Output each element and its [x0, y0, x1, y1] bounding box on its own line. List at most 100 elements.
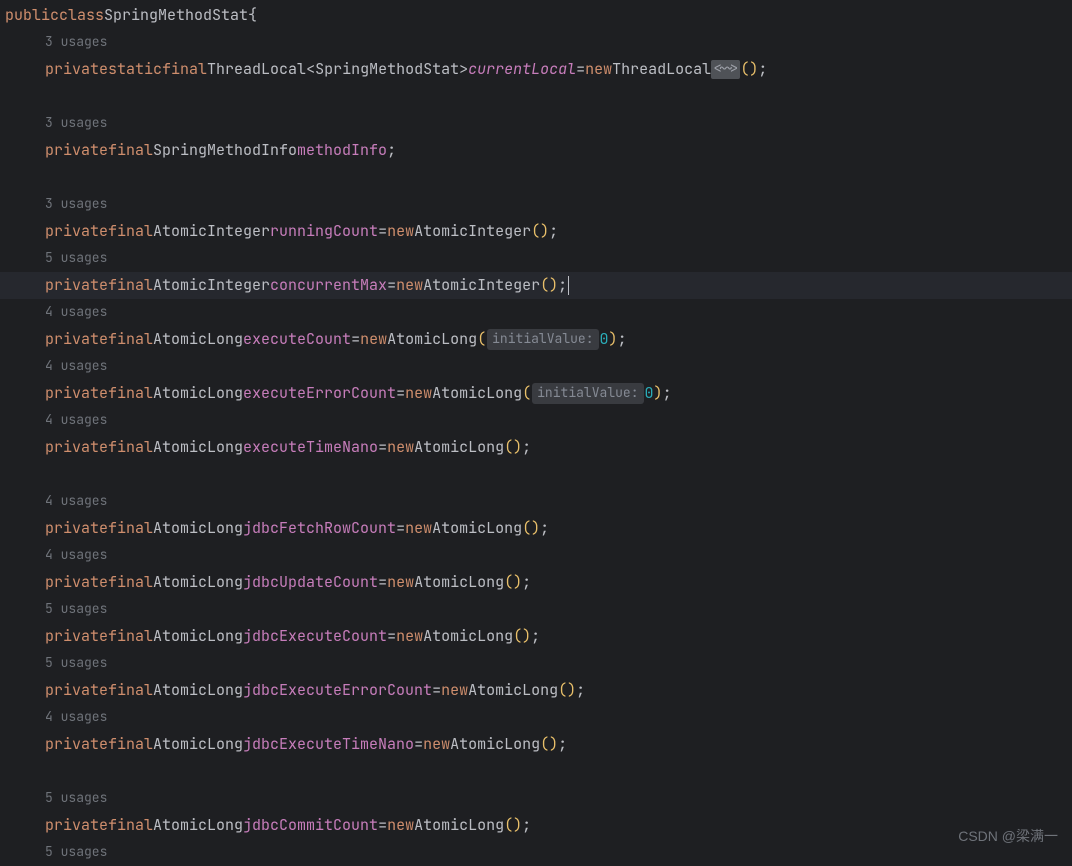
- field-declaration-line[interactable]: private final AtomicLong jdbcUpdateCount…: [0, 569, 1072, 596]
- number-literal: 0: [600, 329, 609, 350]
- usages-hint[interactable]: 5 usages: [0, 650, 1072, 677]
- keyword: private: [45, 140, 108, 161]
- keyword: private: [45, 437, 108, 458]
- field-name: jdbcFetchRowCount: [243, 518, 396, 539]
- text-caret: [568, 276, 569, 295]
- keyword: new: [405, 383, 432, 404]
- field-declaration-line[interactable]: private final AtomicLong jdbcCommitCount…: [0, 812, 1072, 839]
- field-declaration-line[interactable]: private final AtomicLong jdbcFetchRowCou…: [0, 515, 1072, 542]
- usages-hint[interactable]: 3 usages: [0, 29, 1072, 56]
- keyword: final: [108, 383, 153, 404]
- keyword: final: [108, 518, 153, 539]
- keyword: new: [387, 221, 414, 242]
- type-name: AtomicLong: [153, 437, 243, 458]
- field-declaration-line[interactable]: private final AtomicLong jdbcExecuteTime…: [0, 731, 1072, 758]
- usages-hint[interactable]: 4 usages: [0, 488, 1072, 515]
- field-declaration-line[interactable]: private final AtomicLong jdbcExecuteErro…: [0, 677, 1072, 704]
- field-name: currentLocal: [468, 59, 576, 80]
- constructor-name: AtomicLong: [423, 626, 513, 647]
- keyword: private: [45, 275, 108, 296]
- keyword: private: [45, 383, 108, 404]
- keyword: final: [108, 680, 153, 701]
- keyword: final: [108, 572, 153, 593]
- keyword: final: [108, 626, 153, 647]
- constructor-name: AtomicLong: [432, 383, 522, 404]
- field-name: jdbcUpdateCount: [243, 572, 378, 593]
- class-name: SpringMethodStat: [104, 5, 248, 26]
- constructor-name: AtomicLong: [468, 680, 558, 701]
- field-name: executeTimeNano: [243, 437, 378, 458]
- field-declaration-line[interactable]: private final AtomicLong jdbcExecuteCoun…: [0, 623, 1072, 650]
- usages-hint[interactable]: 5 usages: [0, 785, 1072, 812]
- constructor-name: AtomicInteger: [414, 221, 531, 242]
- param-hint: initialValue:: [532, 383, 643, 403]
- keyword: private: [45, 329, 108, 350]
- keyword: private: [45, 518, 108, 539]
- field-name: executeErrorCount: [243, 383, 396, 404]
- field-declaration-line[interactable]: private final AtomicInteger concurrentMa…: [0, 272, 1072, 299]
- keyword: static: [108, 59, 162, 80]
- keyword: new: [387, 815, 414, 836]
- usages-hint[interactable]: 4 usages: [0, 299, 1072, 326]
- keyword: private: [45, 734, 108, 755]
- type-name: SpringMethodInfo: [153, 140, 297, 161]
- keyword: new: [405, 518, 432, 539]
- type-name: AtomicLong: [153, 815, 243, 836]
- usages-hint[interactable]: 4 usages: [0, 542, 1072, 569]
- keyword: new: [585, 59, 612, 80]
- blank-line[interactable]: [0, 758, 1072, 785]
- field-name: executeCount: [243, 329, 351, 350]
- usages-hint[interactable]: 5 usages: [0, 596, 1072, 623]
- usages-hint[interactable]: 4 usages: [0, 353, 1072, 380]
- constructor-name: AtomicLong: [432, 518, 522, 539]
- param-hint: initialValue:: [487, 329, 598, 349]
- keyword: private: [45, 815, 108, 836]
- field-declaration-line[interactable]: private final SpringMethodInfo methodInf…: [0, 137, 1072, 164]
- field-name: concurrentMax: [270, 275, 387, 296]
- constructor-name: AtomicLong: [414, 815, 504, 836]
- keyword: class: [59, 5, 104, 26]
- generic-type: SpringMethodStat: [315, 59, 459, 80]
- type-name: AtomicLong: [153, 734, 243, 755]
- code-editor[interactable]: public class SpringMethodStat { 3 usages…: [0, 0, 1072, 866]
- watermark: CSDN @梁满一: [958, 827, 1058, 847]
- type-name: AtomicLong: [153, 518, 243, 539]
- blank-line[interactable]: [0, 83, 1072, 110]
- keyword: private: [45, 59, 108, 80]
- field-name: runningCount: [270, 221, 378, 242]
- keyword: private: [45, 221, 108, 242]
- keyword: final: [108, 140, 153, 161]
- type-name: AtomicLong: [153, 383, 243, 404]
- constructor-name: AtomicLong: [414, 572, 504, 593]
- keyword: final: [108, 221, 153, 242]
- field-declaration-line[interactable]: private static final ThreadLocal<SpringM…: [0, 56, 1072, 83]
- field-name: jdbcCommitCount: [243, 815, 378, 836]
- field-declaration-line[interactable]: private final AtomicLong executeCount = …: [0, 326, 1072, 353]
- keyword: new: [423, 734, 450, 755]
- constructor-name: AtomicLong: [387, 329, 477, 350]
- usages-hint[interactable]: 5 usages: [0, 245, 1072, 272]
- blank-line[interactable]: [0, 164, 1072, 191]
- usages-hint[interactable]: 5 usages: [0, 839, 1072, 866]
- keyword: final: [108, 275, 153, 296]
- constructor-name: ThreadLocal: [612, 59, 711, 80]
- constructor-name: AtomicLong: [414, 437, 504, 458]
- usages-hint[interactable]: 4 usages: [0, 704, 1072, 731]
- constructor-name: AtomicLong: [450, 734, 540, 755]
- keyword: final: [162, 59, 207, 80]
- usages-hint[interactable]: 3 usages: [0, 110, 1072, 137]
- field-name: jdbcExecuteTimeNano: [243, 734, 414, 755]
- keyword: final: [108, 734, 153, 755]
- usages-hint[interactable]: 4 usages: [0, 407, 1072, 434]
- field-declaration-line[interactable]: private final AtomicInteger runningCount…: [0, 218, 1072, 245]
- class-declaration-line[interactable]: public class SpringMethodStat {: [0, 2, 1072, 29]
- blank-line[interactable]: [0, 461, 1072, 488]
- keyword: new: [387, 437, 414, 458]
- keyword: final: [108, 815, 153, 836]
- keyword: final: [108, 329, 153, 350]
- field-declaration-line[interactable]: private final AtomicLong executeErrorCou…: [0, 380, 1072, 407]
- number-literal: 0: [645, 383, 654, 404]
- field-declaration-line[interactable]: private final AtomicLong executeTimeNano…: [0, 434, 1072, 461]
- type-name: AtomicLong: [153, 572, 243, 593]
- usages-hint[interactable]: 3 usages: [0, 191, 1072, 218]
